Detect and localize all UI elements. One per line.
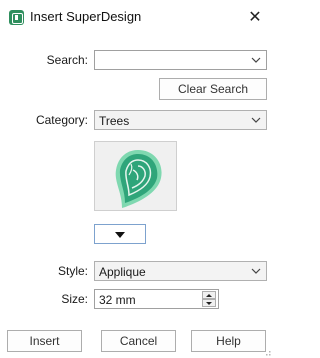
size-increase-button[interactable] xyxy=(202,291,216,299)
search-combo[interactable] xyxy=(94,50,267,70)
clear-search-button[interactable]: Clear Search xyxy=(159,78,267,100)
arrow-up-icon xyxy=(206,293,212,297)
arrow-down-icon xyxy=(206,301,212,305)
size-value: 32 mm xyxy=(99,293,136,307)
help-button[interactable]: Help xyxy=(191,330,266,352)
cancel-button[interactable]: Cancel xyxy=(101,330,176,352)
search-label: Search: xyxy=(46,53,88,67)
leaf-design-icon xyxy=(115,150,162,208)
size-spinner[interactable]: 32 mm xyxy=(94,289,219,309)
category-value: Trees xyxy=(99,114,130,128)
category-select[interactable]: Trees xyxy=(94,110,267,130)
style-label: Style: xyxy=(57,264,88,278)
preview-dropdown-button[interactable] xyxy=(94,224,146,244)
triangle-down-icon xyxy=(115,231,125,238)
chevron-down-icon xyxy=(251,268,261,274)
close-button[interactable]: ✕ xyxy=(240,4,270,30)
style-select[interactable]: Applique xyxy=(94,261,267,281)
resize-grip-icon[interactable] xyxy=(263,348,271,356)
insert-button[interactable]: Insert xyxy=(7,330,82,352)
size-decrease-button[interactable] xyxy=(202,299,216,307)
insert-superdesign-dialog: Insert SuperDesign ✕ Search: Clear Searc… xyxy=(0,0,273,358)
size-label: Size: xyxy=(61,292,88,306)
design-preview[interactable] xyxy=(94,141,177,211)
superdesign-app-icon xyxy=(9,10,24,25)
style-value: Applique xyxy=(99,265,146,279)
window-title: Insert SuperDesign xyxy=(30,9,142,24)
title-bar: Insert SuperDesign ✕ xyxy=(0,0,273,34)
chevron-down-icon xyxy=(251,57,261,63)
spin-buttons xyxy=(202,291,216,307)
category-label: Category: xyxy=(35,113,88,127)
chevron-down-icon xyxy=(251,117,261,123)
